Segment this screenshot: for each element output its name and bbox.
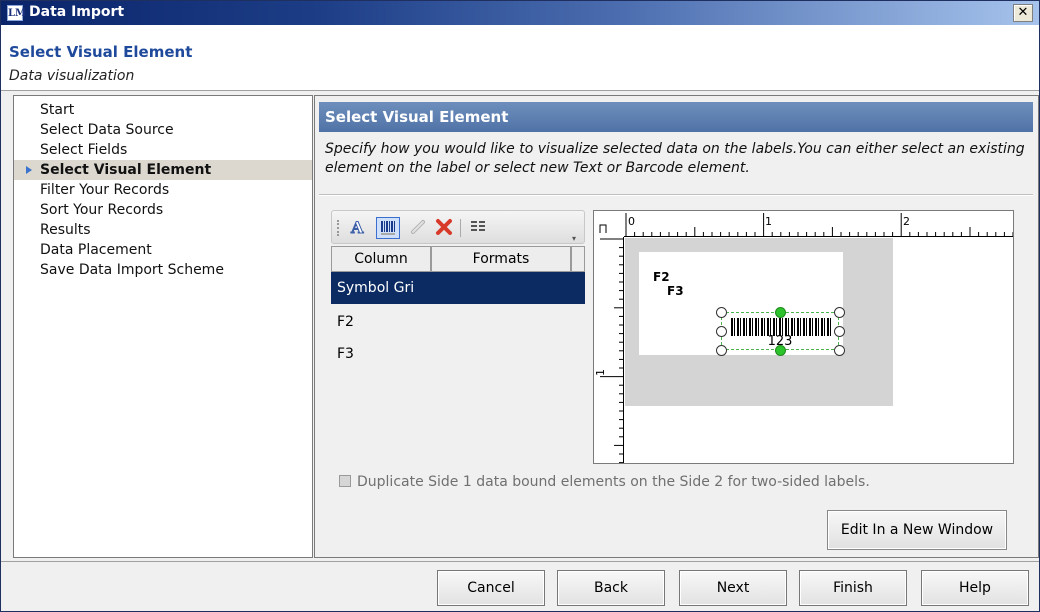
nav-item-save-scheme[interactable]: Save Data Import Scheme [14, 260, 312, 280]
resize-handle[interactable] [775, 307, 786, 318]
nav-item-data-placement[interactable]: Data Placement [14, 240, 312, 260]
toolbar-overflow-icon[interactable]: ▾ [572, 235, 582, 243]
app-logo-icon: LM [7, 5, 26, 21]
nav-item-label: Start [40, 102, 75, 118]
nav-item-label: Results [40, 222, 91, 238]
nav-item-select-fields[interactable]: Select Fields [14, 140, 312, 160]
next-button[interactable]: Next [679, 570, 787, 606]
field-list: Column Formats Symbol Gri F2 F3 [331, 246, 585, 466]
title-bar[interactable]: LM Data Import ✕ [1, 1, 1039, 25]
ruler-label: 0 [628, 215, 635, 228]
ruler-label: 1 [765, 215, 772, 228]
edit-in-new-window-button[interactable]: Edit In a New Window [827, 510, 1007, 550]
toolbar-grip-icon[interactable] [337, 220, 340, 236]
panel-description: Specify how you would like to visualize … [325, 141, 1025, 176]
checkbox-label: Duplicate Side 1 data bound elements on … [357, 474, 870, 490]
divider [319, 194, 1033, 196]
ruler-corner [594, 211, 624, 237]
nav-item-start[interactable]: Start [14, 100, 312, 120]
label-preview[interactable]: 0 1 2 1 F2 F3 123 [593, 210, 1014, 464]
label-text-f3[interactable]: F3 [667, 284, 684, 298]
nav-item-label: Select Visual Element [40, 162, 212, 178]
nav-item-select-visual-element[interactable]: Select Visual Element [14, 160, 312, 180]
help-button[interactable]: Help [921, 570, 1029, 606]
checkbox-icon[interactable] [339, 475, 351, 487]
link-icon[interactable] [406, 217, 430, 239]
list-item[interactable]: F3 [331, 338, 585, 370]
ruler-label: 1 [594, 369, 607, 376]
nav-item-label: Select Fields [40, 142, 128, 158]
back-button[interactable]: Back [557, 570, 665, 606]
resize-handle[interactable] [834, 345, 845, 356]
svg-text:A: A [350, 218, 364, 237]
horizontal-ruler: 0 1 2 [624, 211, 1013, 237]
barcode-element-icon[interactable] [376, 217, 400, 239]
close-icon[interactable]: ✕ [1013, 4, 1033, 22]
barcode-element[interactable]: 123 [716, 307, 845, 356]
resize-handle[interactable] [716, 307, 727, 318]
delete-icon[interactable] [432, 217, 456, 239]
nav-item-results[interactable]: Results [14, 220, 312, 240]
element-toolbar: A ▾ [331, 210, 585, 244]
window-title: Data Import [29, 4, 125, 20]
duplicate-side-checkbox[interactable]: Duplicate Side 1 data bound elements on … [339, 474, 870, 490]
nav-item-sort-records[interactable]: Sort Your Records [14, 200, 312, 220]
page-title: Select Visual Element [9, 43, 193, 61]
nav-item-label: Save Data Import Scheme [40, 262, 224, 278]
list-item[interactable]: F2 [331, 306, 585, 338]
nav-item-label: Filter Your Records [40, 182, 170, 198]
vertical-ruler: 1 [594, 237, 624, 463]
toolbar-separator [460, 219, 461, 237]
wizard-header: Select Visual Element Data visualization [1, 25, 1039, 91]
nav-item-label: Select Data Source [40, 122, 174, 138]
label-surface[interactable]: F2 F3 123 [639, 252, 845, 356]
label-text-f2[interactable]: F2 [653, 270, 670, 284]
column-header-formats[interactable]: Formats [431, 246, 571, 272]
nav-item-label: Sort Your Records [40, 202, 164, 218]
resize-handle[interactable] [834, 326, 845, 337]
panel-title: Select Visual Element [319, 102, 1033, 132]
page-subtitle: Data visualization [9, 68, 135, 84]
ruler-label: 2 [903, 215, 910, 228]
wizard-steps-nav: Start Select Data Source Select Fields S… [13, 95, 313, 558]
text-element-icon[interactable]: A [346, 217, 370, 239]
nav-item-label: Data Placement [40, 242, 152, 258]
nav-item-select-data-source[interactable]: Select Data Source [14, 120, 312, 140]
resize-handle[interactable] [775, 345, 786, 356]
resize-handle[interactable] [716, 345, 727, 356]
cancel-button[interactable]: Cancel [437, 570, 545, 606]
wizard-footer: Cancel Back Next Finish Help [1, 561, 1039, 611]
resize-handle[interactable] [834, 307, 845, 318]
column-header-filler [571, 246, 585, 272]
data-import-window: LM Data Import ✕ Select Visual Element D… [0, 0, 1040, 612]
list-item[interactable]: Symbol Gri [331, 272, 585, 304]
column-header-column[interactable]: Column [331, 246, 431, 272]
step-panel: Select Visual Element Specify how you wo… [314, 95, 1039, 558]
finish-button[interactable]: Finish [799, 570, 907, 606]
current-step-arrow-icon [26, 166, 32, 174]
columns-icon[interactable] [466, 217, 490, 239]
resize-handle[interactable] [716, 326, 727, 337]
design-canvas[interactable]: F2 F3 123 [625, 238, 893, 406]
nav-item-filter-records[interactable]: Filter Your Records [14, 180, 312, 200]
